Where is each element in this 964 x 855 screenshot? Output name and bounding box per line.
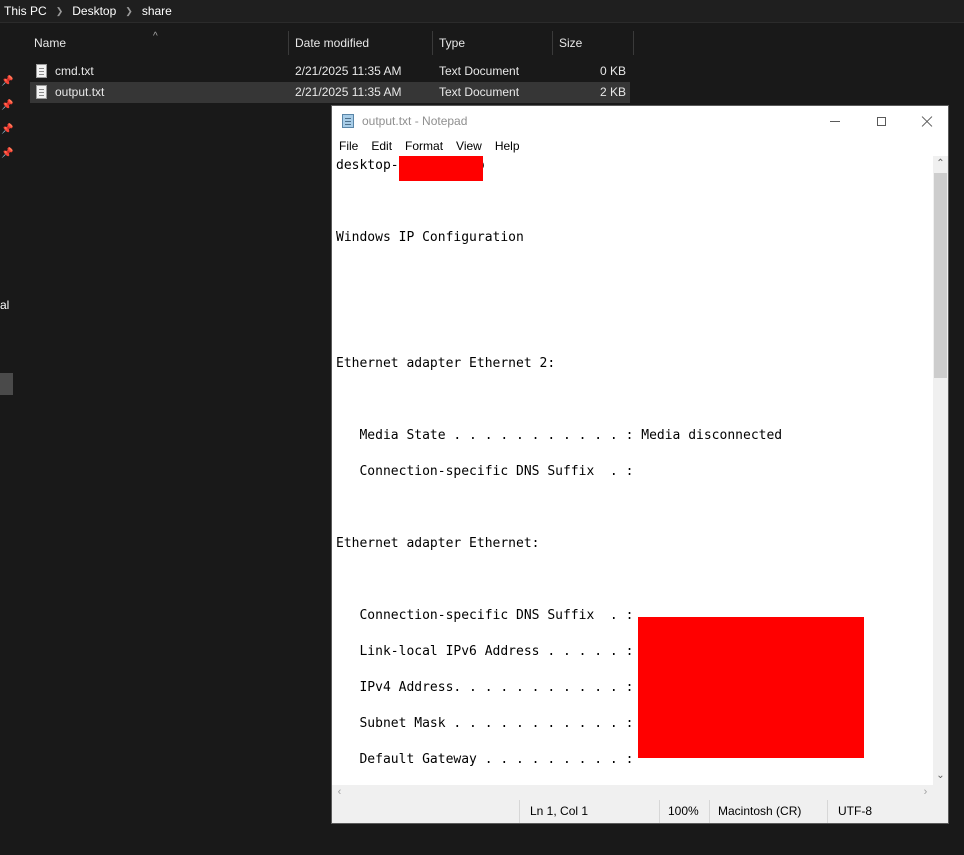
notepad-app-icon[interactable] [342, 114, 354, 128]
menu-help[interactable]: Help [488, 139, 526, 153]
minimize-icon [830, 120, 840, 122]
status-line-ending: Macintosh (CR) [709, 800, 827, 823]
file-row-cmd[interactable]: cmd.txt 2/21/2025 11:35 AM Text Document… [30, 61, 630, 82]
breadcrumb-this-pc[interactable]: This PC [0, 4, 51, 18]
menu-edit[interactable]: Edit [364, 139, 398, 153]
status-zoom: 100% [659, 800, 709, 823]
nav-item-partial-label[interactable]: al [0, 298, 9, 312]
column-header-type[interactable]: Type [433, 31, 553, 55]
notepad-title-bar[interactable]: output.txt - Notepad [332, 106, 948, 136]
column-header-type-label: Type [439, 36, 466, 50]
menu-format[interactable]: Format [398, 139, 449, 153]
file-row-output[interactable]: output.txt 2/21/2025 11:35 AM Text Docum… [30, 82, 630, 103]
file-name: cmd.txt [55, 64, 94, 78]
pin-icon[interactable]: 📌 [1, 148, 13, 159]
status-encoding: UTF-8 [827, 800, 948, 823]
breadcrumb-desktop[interactable]: Desktop [68, 4, 120, 18]
text-file-icon [36, 64, 47, 78]
menu-view[interactable]: View [449, 139, 488, 153]
file-list: cmd.txt 2/21/2025 11:35 AM Text Document… [30, 61, 630, 103]
scroll-up-arrow-icon[interactable]: ⌃ [933, 156, 948, 171]
scroll-right-arrow-icon[interactable]: › [918, 785, 933, 800]
redaction-box [399, 156, 483, 181]
menu-bar: File Edit Format View Help [332, 136, 948, 156]
maximize-icon [876, 116, 886, 126]
menu-file[interactable]: File [332, 139, 364, 153]
file-size: 0 KB [599, 64, 626, 78]
vertical-scrollbar[interactable]: ⌃ ⌄ [933, 156, 948, 785]
maximize-button[interactable] [858, 106, 904, 136]
status-cursor-position: Ln 1, Col 1 [519, 800, 659, 823]
close-icon [921, 115, 933, 127]
pin-icon[interactable]: 📌 [1, 76, 13, 87]
notepad-window: output.txt - Notepad File Edit Format Vi… [331, 105, 949, 824]
text-editor-area[interactable]: desktop- o Windows IP Configuration Ethe… [332, 156, 933, 785]
pin-icon[interactable]: 📌 [1, 100, 13, 111]
file-name: output.txt [55, 85, 105, 99]
horizontal-scrollbar[interactable]: ‹ › [332, 785, 933, 800]
file-date-modified: 2/21/2025 11:35 AM [295, 85, 402, 99]
minimize-button[interactable] [812, 106, 858, 136]
chevron-right-icon[interactable]: ❯ [51, 6, 69, 17]
file-size: 2 KB [599, 85, 626, 99]
status-bar: Ln 1, Col 1 100% Macintosh (CR) UTF-8 [332, 800, 948, 823]
nav-item-selected[interactable] [0, 373, 13, 395]
file-date-modified: 2/21/2025 11:35 AM [295, 64, 402, 78]
text-file-icon [36, 85, 47, 99]
breadcrumb: This PC ❯ Desktop ❯ share [0, 0, 964, 23]
column-header-date-label: Date modified [295, 36, 370, 50]
column-header-date-modified[interactable]: Date modified [289, 31, 433, 55]
pin-icon[interactable]: 📌 [1, 124, 13, 135]
column-header-name[interactable]: Name ^ [28, 31, 289, 55]
chevron-right-icon[interactable]: ❯ [120, 6, 138, 17]
close-button[interactable] [904, 106, 950, 136]
redaction-box [638, 617, 864, 758]
column-header-size-label: Size [559, 36, 583, 50]
scroll-down-arrow-icon[interactable]: ⌄ [933, 768, 948, 783]
file-type: Text Document [439, 64, 520, 78]
column-headers: Name ^ Date modified Type Size [28, 31, 634, 55]
sort-ascending-icon: ^ [153, 31, 158, 42]
navigation-pane: 📌 📌 📌 📌 al [0, 23, 14, 855]
file-type: Text Document [439, 85, 520, 99]
vertical-scroll-thumb[interactable] [934, 173, 947, 378]
scroll-left-arrow-icon[interactable]: ‹ [332, 785, 347, 800]
column-header-name-label: Name [34, 36, 67, 50]
column-header-size[interactable]: Size [553, 31, 634, 55]
window-title: output.txt - Notepad [362, 114, 468, 128]
scrollbar-corner [933, 785, 948, 800]
breadcrumb-share[interactable]: share [138, 4, 176, 18]
